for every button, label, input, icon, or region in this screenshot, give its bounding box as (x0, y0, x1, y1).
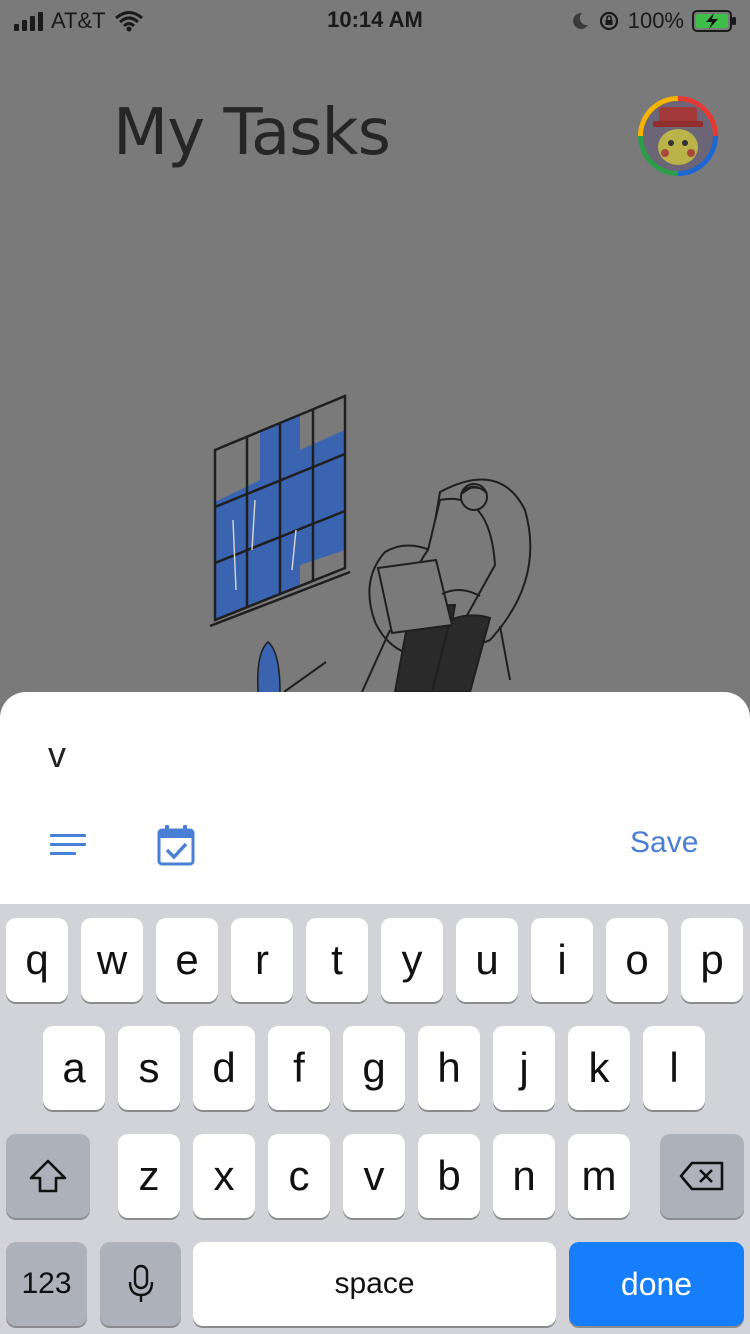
key-r[interactable]: r (231, 918, 293, 1002)
battery-charging-icon (692, 10, 736, 32)
key-b[interactable]: b (418, 1134, 480, 1218)
page-title: My Tasks (113, 96, 391, 170)
key-k[interactable]: k (568, 1026, 630, 1110)
plant-graphic (256, 641, 327, 692)
key-a[interactable]: a (43, 1026, 105, 1110)
key-g[interactable]: g (343, 1026, 405, 1110)
add-details-button[interactable] (48, 830, 88, 862)
key-p[interactable]: p (681, 918, 743, 1002)
space-key[interactable]: space (193, 1242, 556, 1326)
shift-key[interactable] (6, 1134, 90, 1218)
person-in-chair-graphic (361, 478, 532, 692)
avatar-image (643, 101, 713, 171)
key-h[interactable]: h (418, 1026, 480, 1110)
moon-icon (572, 12, 588, 29)
save-button[interactable]: Save (630, 826, 698, 860)
key-s[interactable]: s (118, 1026, 180, 1110)
calendar-check-icon (157, 825, 195, 866)
key-f[interactable]: f (268, 1026, 330, 1110)
account-avatar[interactable] (638, 96, 718, 176)
key-j[interactable]: j (493, 1026, 555, 1110)
key-e[interactable]: e (156, 918, 218, 1002)
key-c[interactable]: c (268, 1134, 330, 1218)
status-bar: AT&T 10:14 AM 100% (0, 0, 750, 40)
delete-key[interactable] (660, 1134, 744, 1218)
key-v[interactable]: v (343, 1134, 405, 1218)
microphone-icon (128, 1264, 153, 1302)
window-graphic (209, 394, 351, 628)
battery-percent: 100% (627, 8, 684, 33)
add-date-button[interactable] (156, 824, 196, 868)
key-n[interactable]: n (493, 1134, 555, 1218)
key-q[interactable]: q (6, 918, 68, 1002)
details-lines-icon (50, 834, 86, 855)
key-x[interactable]: x (193, 1134, 255, 1218)
shift-arrow-icon (29, 1159, 67, 1193)
key-i[interactable]: i (531, 918, 593, 1002)
numbers-key[interactable]: 123 (6, 1242, 87, 1326)
key-y[interactable]: y (381, 918, 443, 1002)
done-key[interactable]: done (569, 1242, 744, 1326)
onscreen-keyboard: q w e r t y u i o p a s d f g h j k l z … (0, 904, 750, 1334)
key-t[interactable]: t (306, 918, 368, 1002)
add-task-sheet (0, 692, 750, 904)
task-title-input[interactable]: v (48, 734, 66, 776)
key-u[interactable]: u (456, 918, 518, 1002)
key-o[interactable]: o (606, 918, 668, 1002)
rotation-lock-icon (599, 11, 618, 31)
key-d[interactable]: d (193, 1026, 255, 1110)
key-m[interactable]: m (568, 1134, 630, 1218)
empty-state-illustration (209, 394, 532, 692)
key-l[interactable]: l (643, 1026, 705, 1110)
backspace-icon (679, 1161, 724, 1191)
key-z[interactable]: z (118, 1134, 180, 1218)
key-w[interactable]: w (81, 918, 143, 1002)
status-right: 100% (570, 8, 738, 34)
dictation-key[interactable] (100, 1242, 181, 1326)
